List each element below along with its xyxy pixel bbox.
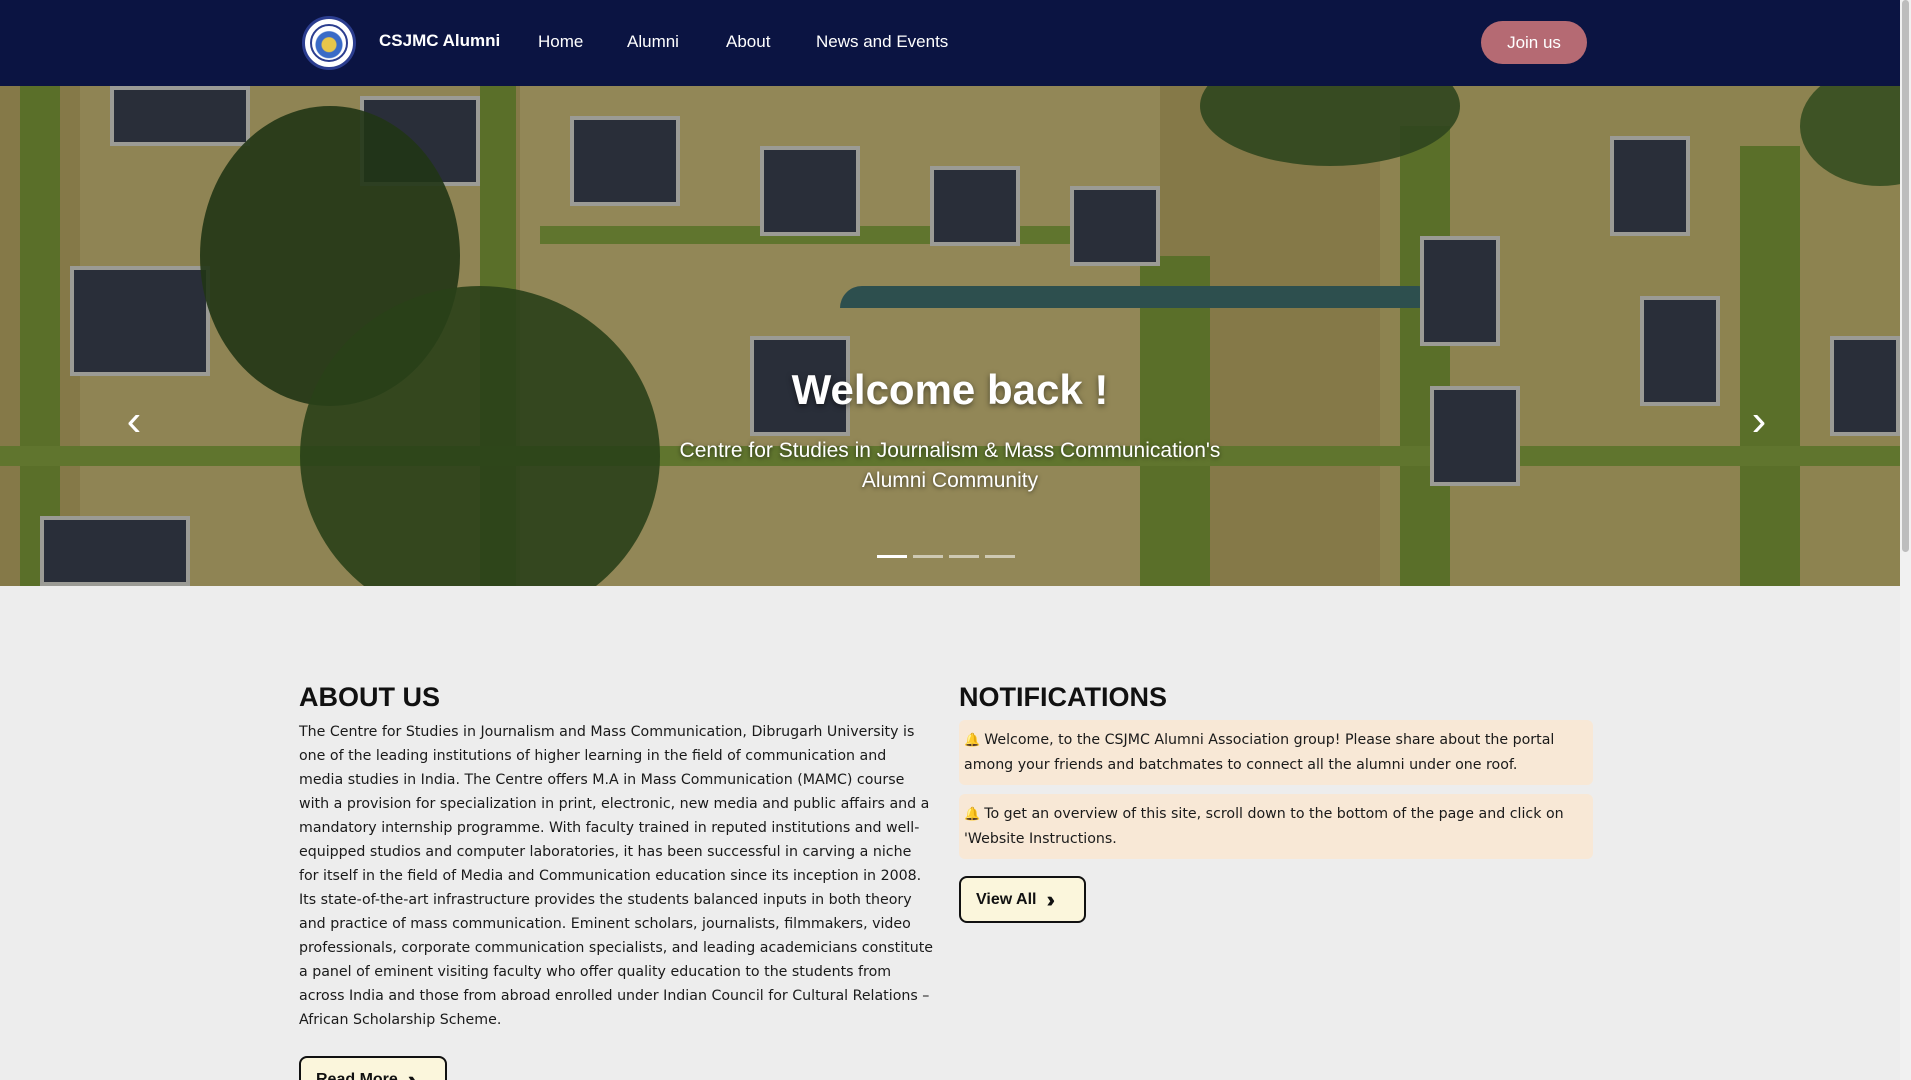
hero-overlay [0, 86, 1900, 586]
top-navbar: CSJMC Alumni Home Alumni About News and … [0, 0, 1900, 86]
nav-about[interactable]: About [726, 32, 770, 52]
hero-subtitle: Centre for Studies in Journalism & Mass … [0, 436, 1900, 496]
double-chevron-right-icon: ›› [407, 1066, 416, 1080]
carousel-indicator[interactable] [949, 555, 979, 558]
notification-text: To get an overview of this site, scroll … [964, 806, 1564, 847]
carousel-indicator[interactable] [985, 555, 1015, 558]
bell-icon: 🔔 [964, 733, 981, 748]
notification-item[interactable]: 🔔 Welcome, to the CSJMC Alumni Associatio… [959, 720, 1593, 785]
read-more-button[interactable]: Read More ›› [299, 1056, 447, 1080]
nav-news-events[interactable]: News and Events [816, 32, 948, 52]
hero-subtitle-line2: Alumni Community [861, 469, 1039, 492]
hero-title: Welcome back ! [791, 366, 1109, 413]
nav-home[interactable]: Home [538, 32, 583, 52]
hero-subtitle-line1: Centre for Studies in Journalism & Mass … [679, 439, 1221, 462]
double-chevron-right-icon: ›› [1046, 886, 1054, 912]
notifications-heading: NOTIFICATIONS [959, 682, 1167, 712]
page-scrollbar[interactable] [1900, 0, 1911, 1080]
view-all-label: View All [976, 890, 1037, 908]
csjmc-logo[interactable] [302, 16, 356, 70]
about-heading: ABOUT US [299, 682, 440, 712]
brand-title[interactable]: CSJMC Alumni [379, 31, 500, 51]
read-more-label: Read More [316, 1070, 398, 1080]
nav-alumni[interactable]: Alumni [627, 32, 679, 52]
notification-text: Welcome, to the CSJMC Alumni Association… [964, 732, 1555, 773]
carousel-indicator[interactable] [913, 555, 943, 558]
join-us-button[interactable]: Join us [1481, 21, 1587, 64]
scrollbar-thumb[interactable] [1902, 0, 1909, 552]
view-all-button[interactable]: View All ›› [959, 876, 1086, 923]
carousel-indicator[interactable] [877, 555, 907, 558]
hero-carousel: ‹ › [0, 86, 1900, 586]
bell-icon: 🔔 [964, 807, 981, 822]
carousel-indicators [877, 555, 1015, 558]
emblem-icon [310, 24, 348, 62]
about-body: The Centre for Studies in Journalism and… [299, 724, 933, 1028]
notification-item[interactable]: 🔔 To get an overview of this site, scroll… [959, 794, 1593, 859]
